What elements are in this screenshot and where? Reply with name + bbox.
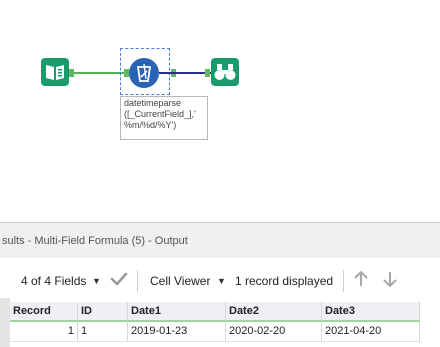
results-title: sults - Multi-Field Formula (5) - Output [2,235,188,247]
grid-header-row: Record ID Date1 Date2 Date3 [10,302,420,322]
output-anchor[interactable] [69,69,74,77]
browse-tool[interactable] [211,58,239,86]
tool-annotation: datetimeparse ([_CurrentField_],' %m/%d/… [120,96,208,140]
column-header[interactable]: Date3 [322,302,420,322]
record-count: 1 record displayed [235,274,334,288]
column-header[interactable]: Date1 [128,302,226,322]
formula-icon [136,63,152,82]
record-number-cell[interactable]: 1 [10,322,78,342]
input-data-icon [46,65,64,80]
check-icon[interactable] [110,270,128,288]
input-anchor[interactable] [205,69,210,77]
cell-viewer-selector[interactable]: Cell Viewer [150,274,210,288]
toolbar-divider [343,270,344,292]
fields-selector[interactable]: 4 of 4 Fields [21,274,86,288]
results-toolbar: 4 of 4 Fields ▼ Cell Viewer ▼ 1 record d… [0,262,440,298]
arrow-up-icon[interactable] [352,270,370,288]
chevron-down-icon[interactable]: ▼ [92,276,101,286]
input-data-tool[interactable] [41,58,69,86]
multi-field-formula-tool[interactable] [129,58,159,88]
arrow-down-icon[interactable] [381,270,399,288]
column-header[interactable]: ID [78,302,128,322]
binoculars-icon [214,64,236,80]
column-header[interactable]: Date2 [226,302,322,322]
connection-line [159,72,211,74]
column-header[interactable]: Record [10,302,78,322]
results-title-bar: sults - Multi-Field Formula (5) - Output [0,222,440,258]
toolbar-divider [137,270,138,292]
table-cell[interactable]: 2019-01-23 [128,322,226,342]
table-row[interactable]: 1 1 2019-01-23 2020-02-20 2021-04-20 [10,322,420,342]
workflow-canvas[interactable]: datetimeparse ([_CurrentField_],' %m/%d/… [0,0,440,222]
table-cell[interactable]: 1 [78,322,128,342]
chevron-down-icon[interactable]: ▼ [217,276,226,286]
table-cell[interactable]: 2021-04-20 [322,322,420,342]
table-cell[interactable]: 2020-02-20 [226,322,322,342]
